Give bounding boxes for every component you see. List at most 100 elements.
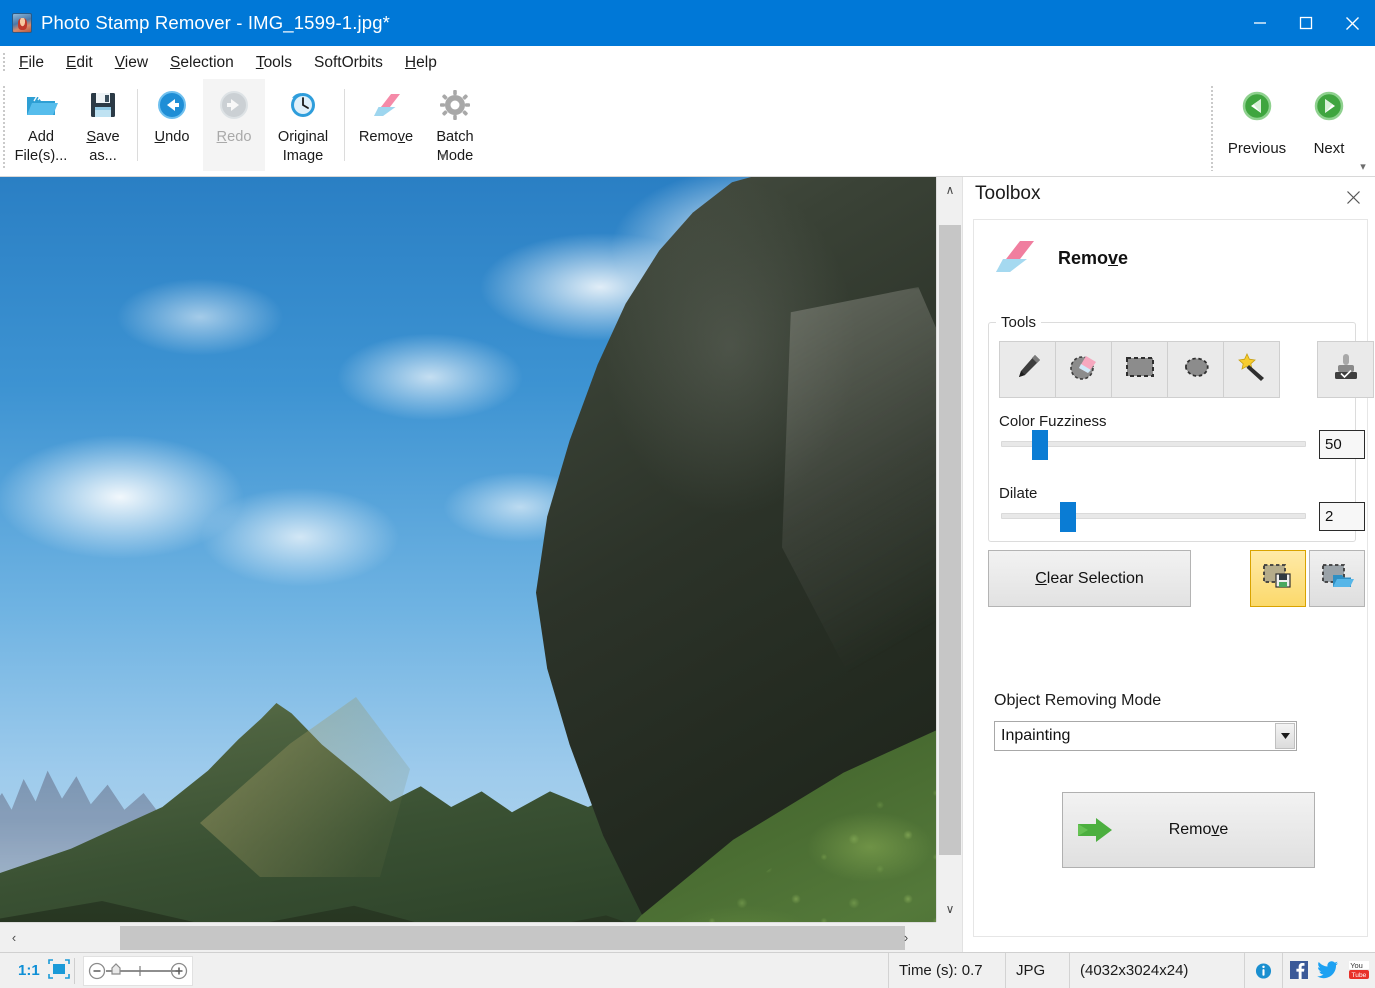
image-canvas[interactable] xyxy=(0,177,936,922)
photo-image xyxy=(0,177,936,922)
toolbox-body: Remove Tools xyxy=(973,219,1368,937)
toolbar-separator-2 xyxy=(344,89,345,161)
canvas-horizontal-scrollbar[interactable]: ‹ › xyxy=(0,922,936,952)
redo-button[interactable]: Redo xyxy=(203,79,265,171)
pencil-marker-icon xyxy=(1012,351,1044,388)
object-removing-mode-select[interactable]: Inpainting xyxy=(994,721,1297,751)
twitter-icon[interactable] xyxy=(1317,960,1339,982)
open-folder-icon xyxy=(23,87,59,123)
close-button[interactable] xyxy=(1329,0,1375,46)
scroll-left-button[interactable]: ‹ xyxy=(0,923,28,952)
object-removing-mode-value: Inpainting xyxy=(995,727,1070,745)
horizontal-scroll-thumb[interactable] xyxy=(120,926,905,950)
status-bar: 1:1 xyxy=(0,952,1375,988)
toolbar: AddFile(s)... Saveas... xyxy=(0,79,1375,177)
color-fuzziness-label: Color Fuzziness xyxy=(999,413,1107,430)
stamp-tool-button[interactable] xyxy=(1317,341,1374,398)
dilate-value[interactable]: 2 xyxy=(1319,502,1365,531)
clear-selection-button[interactable]: Clear Selection xyxy=(988,550,1191,607)
remove-tool-label: Remove xyxy=(359,128,413,147)
app-icon xyxy=(12,13,32,33)
dilate-slider[interactable] xyxy=(1001,513,1306,519)
undo-button[interactable]: Undo xyxy=(141,79,203,171)
info-button[interactable] xyxy=(1245,953,1283,988)
menu-edit[interactable]: Edit xyxy=(55,51,104,75)
svg-text:Tube: Tube xyxy=(1352,972,1367,979)
load-selection-button[interactable] xyxy=(1309,550,1365,607)
zoom-ratio-cell[interactable]: 1:1 xyxy=(0,953,74,988)
tools-legend: Tools xyxy=(996,314,1041,331)
menu-tools[interactable]: Tools xyxy=(245,51,303,75)
eraser-circle-icon xyxy=(1067,351,1101,388)
facebook-icon[interactable] xyxy=(1289,960,1309,982)
gear-icon xyxy=(437,87,473,123)
image-dimensions: (4032x3024x24) xyxy=(1070,953,1245,988)
green-forward-arrow-icon xyxy=(1075,815,1117,845)
youtube-icon[interactable]: You Tube xyxy=(1347,960,1369,982)
lasso-tool-button[interactable] xyxy=(1167,341,1224,398)
dilate-thumb[interactable] xyxy=(1060,502,1076,532)
toolbar-expand-icon[interactable]: ▾ xyxy=(437,151,449,163)
object-removing-mode-label: Object Removing Mode xyxy=(994,692,1161,710)
window-controls xyxy=(1237,0,1375,46)
status-spacer xyxy=(201,953,888,988)
original-image-label: OriginalImage xyxy=(278,128,328,166)
load-selection-icon xyxy=(1320,561,1354,596)
scroll-up-button[interactable]: ∧ xyxy=(937,177,963,203)
add-files-button[interactable]: AddFile(s)... xyxy=(10,79,72,171)
save-selection-button[interactable] xyxy=(1250,550,1306,607)
eraser-icon xyxy=(992,236,1038,281)
rectangle-select-tool-button[interactable] xyxy=(1111,341,1168,398)
chevron-down-icon[interactable] xyxy=(1275,723,1295,749)
zoom-ratio-label: 1:1 xyxy=(10,962,40,979)
scroll-right-button[interactable]: › xyxy=(892,923,920,952)
title-bar: Photo Stamp Remover - IMG_1599-1.jpg* xyxy=(0,0,1375,46)
eraser-tool-button[interactable] xyxy=(1055,341,1112,398)
remove-tool-button[interactable]: Remove xyxy=(348,79,424,171)
vertical-scroll-thumb[interactable] xyxy=(939,225,961,855)
processing-time: Time (s): 0.7 xyxy=(888,953,1006,988)
original-image-button[interactable]: OriginalImage xyxy=(265,79,341,171)
magic-wand-icon xyxy=(1236,351,1268,388)
menu-view[interactable]: View xyxy=(104,51,159,75)
eraser-icon xyxy=(368,87,404,123)
remove-action-button[interactable]: Remove xyxy=(1062,792,1315,868)
previous-label: Previous xyxy=(1228,140,1286,157)
ribbon-collapse-icon[interactable]: ▾ xyxy=(1357,162,1369,174)
fit-to-screen-icon[interactable] xyxy=(48,959,70,983)
zoom-slider[interactable] xyxy=(83,956,193,986)
menu-softorbits[interactable]: SoftOrbits xyxy=(303,51,394,75)
svg-text:You: You xyxy=(1350,961,1363,970)
canvas-vertical-scrollbar[interactable]: ∧ ∨ xyxy=(936,177,962,922)
color-fuzziness-thumb[interactable] xyxy=(1032,430,1048,460)
previous-button[interactable]: Previous xyxy=(1221,79,1293,171)
maximize-button[interactable] xyxy=(1283,0,1329,46)
menu-help[interactable]: Help xyxy=(394,51,448,75)
scroll-down-button[interactable]: ∨ xyxy=(937,896,963,922)
file-format: JPG xyxy=(1006,953,1070,988)
minimize-button[interactable] xyxy=(1237,0,1283,46)
save-as-button[interactable]: Saveas... xyxy=(72,79,134,171)
scrollbar-corner xyxy=(936,922,962,952)
tool-buttons-row xyxy=(999,341,1373,398)
info-icon xyxy=(1255,962,1272,980)
batch-mode-button[interactable]: BatchMode xyxy=(424,79,486,171)
color-fuzziness-value[interactable]: 50 xyxy=(1319,430,1365,459)
toolbox-close-icon[interactable] xyxy=(1341,185,1365,209)
magic-wand-tool-button[interactable] xyxy=(1223,341,1280,398)
menu-file[interactable]: FFileile xyxy=(8,51,55,75)
marker-tool-button[interactable] xyxy=(999,341,1056,398)
menu-bar: FFileile Edit View Selection Tools SoftO… xyxy=(0,46,1375,79)
redo-arrow-icon xyxy=(216,87,252,123)
tools-group: Tools xyxy=(988,314,1356,542)
menu-selection[interactable]: Selection xyxy=(159,51,245,75)
redo-label: Redo xyxy=(217,128,252,147)
color-fuzziness-slider[interactable] xyxy=(1001,441,1306,447)
save-selection-icon xyxy=(1261,561,1295,596)
toolbar-separator-1 xyxy=(137,89,138,161)
toolbox-header: Toolbox xyxy=(963,177,1375,217)
undo-arrow-icon xyxy=(154,87,190,123)
next-button[interactable]: Next xyxy=(1293,79,1365,171)
next-label: Next xyxy=(1314,140,1345,157)
clone-stamp-icon xyxy=(1331,351,1361,388)
